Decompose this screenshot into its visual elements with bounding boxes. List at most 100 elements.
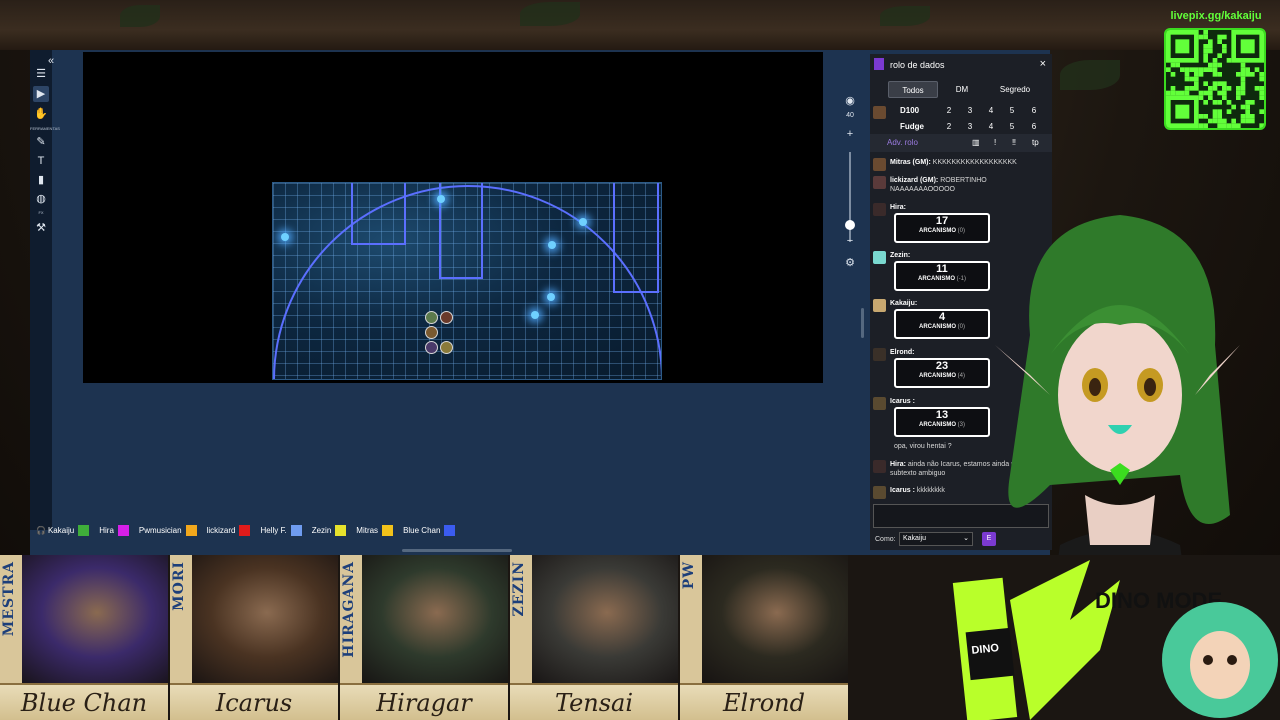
hand-tool-icon[interactable]: ✋ [33,106,49,122]
qr-module [1208,62,1213,68]
dice-count-button[interactable]: 2 [942,106,956,115]
roll-skill: ARCANISMO [918,324,956,330]
player-color [382,524,394,536]
qr-module [1184,67,1190,72]
map-wall [613,183,659,293]
select-tool-icon[interactable]: ▶ [33,86,49,102]
qr-module [1184,72,1190,77]
qr-module [1226,58,1232,63]
roll-result[interactable]: 23 ARCANISMO (4) [894,358,990,388]
player-handle: MESTRA [1,561,17,637]
character-portrait [350,555,508,683]
horizontal-scrollbar[interactable] [402,549,512,552]
roll-result[interactable]: 17 ARCANISMO (0) [894,213,990,243]
wand-tool-icon[interactable]: ⚒ [33,220,49,236]
roll-result[interactable]: 11 ARCANISMO (-1) [894,261,990,291]
roll-result[interactable]: 13 ARCANISMO (3) [894,407,990,437]
qr-module [1194,81,1199,86]
avatar [873,397,886,410]
menu-icon[interactable]: ☰ [33,66,49,82]
dice-count-button[interactable]: 3 [963,106,977,115]
player-entry[interactable]: lickizard [207,524,251,536]
player-entry[interactable]: 🎧 Kakaiju [36,524,90,536]
qr-module [1250,72,1255,77]
roll-modifier: (4) [957,373,965,379]
player-token[interactable] [425,326,438,339]
player-entry[interactable]: Mitras [356,524,394,536]
speak-as-select[interactable]: Kakaiju ⌄ [899,532,973,546]
text-tool-icon[interactable]: T [33,153,49,169]
character-name: Elrond [723,689,805,717]
player-entry[interactable]: Hira [99,524,129,536]
roll-result[interactable]: 4 ARCANISMO (0) [894,309,990,339]
qr-module [1236,90,1241,96]
columns-icon[interactable]: ▥ [972,138,980,147]
qr-module [1198,72,1204,77]
player-token[interactable] [440,311,453,324]
dice-count-button[interactable]: 6 [1027,122,1041,131]
toolbar: ☰ ▶ ✋ FERRAMENTAS ✎ T ▮ ◍ FX ⚒ [30,50,60,530]
dice-count-button[interactable]: 2 [942,122,956,131]
zoom-controls: ◉ 40 + − ⚙ [840,90,860,270]
qr-module [1226,123,1232,128]
tp-button[interactable]: tp [1032,138,1039,147]
qr-module [1212,62,1218,68]
ruler-tool-icon[interactable]: ▮ [33,172,49,188]
player-color [117,524,129,536]
dice-count-button[interactable]: 5 [1005,122,1019,131]
name-scroll: Tensai [510,683,678,720]
brush-tool-icon[interactable]: ✎ [33,134,49,150]
dice-count-button[interactable]: 5 [1005,106,1019,115]
zoom-in-icon[interactable]: + [840,128,860,140]
player-entry[interactable]: Blue Chan [403,524,456,536]
qr-module [1240,39,1255,54]
advantage-button[interactable]: ! [994,138,996,147]
avatar [873,176,886,189]
roll-skill: ARCANISMO [918,422,956,428]
qr-module [1212,86,1218,91]
roll-modifier: (0) [957,228,965,234]
dino-mode-sticker: DINO DINO MODE [952,560,1278,720]
dice-count-button[interactable]: 6 [1027,106,1041,115]
eye-icon[interactable]: ◉ [840,94,860,107]
map-canvas[interactable] [83,52,823,383]
qr-module [1175,39,1190,54]
roll-value: 4 [938,311,946,323]
tab-dm[interactable]: DM [948,81,976,98]
qr-module [1184,76,1190,82]
character-name: Tensai [554,689,634,717]
qr-module [1203,58,1208,63]
player-token[interactable] [425,311,438,324]
battle-map[interactable] [272,182,662,380]
dice-count-button[interactable]: 3 [963,122,977,131]
map-wall [351,183,406,245]
qr-module [1231,118,1236,124]
collapse-sidebar-icon[interactable]: « [48,55,54,67]
settings-icon[interactable]: ⚙ [840,256,860,269]
avatar [873,460,886,473]
qr-module [1217,34,1222,40]
avatar [873,348,886,361]
player-token[interactable] [425,341,438,354]
player-entry[interactable]: Zezin [312,524,347,536]
qr-module [1166,67,1171,72]
roll-skill: ARCANISMO [917,276,955,282]
roll-value: 17 [935,215,949,227]
globe-tool-icon[interactable]: ◍ [33,191,49,207]
player-entry[interactable]: Pwmusician [139,524,197,536]
zoom-out-icon[interactable]: − [840,235,860,247]
player-entry[interactable]: Helly F. [260,524,302,536]
dice-count-button[interactable]: 4 [984,106,998,115]
dice-count-button[interactable]: 4 [984,122,998,131]
qr-module [1198,123,1204,128]
double-advantage-button[interactable]: ‼ [1012,138,1016,147]
zoom-slider-knob[interactable] [845,220,855,230]
close-icon[interactable]: × [1040,58,1046,70]
tab-todos[interactable]: Todos [888,81,938,98]
advanced-roll-label[interactable]: Adv. rolo [887,138,918,147]
vertical-scrollbar[interactable] [861,308,864,338]
roll-modifier: (0) [957,324,965,330]
qr-module [1254,86,1260,91]
tab-segredo[interactable]: Segredo [992,81,1038,98]
player-token[interactable] [440,341,453,354]
